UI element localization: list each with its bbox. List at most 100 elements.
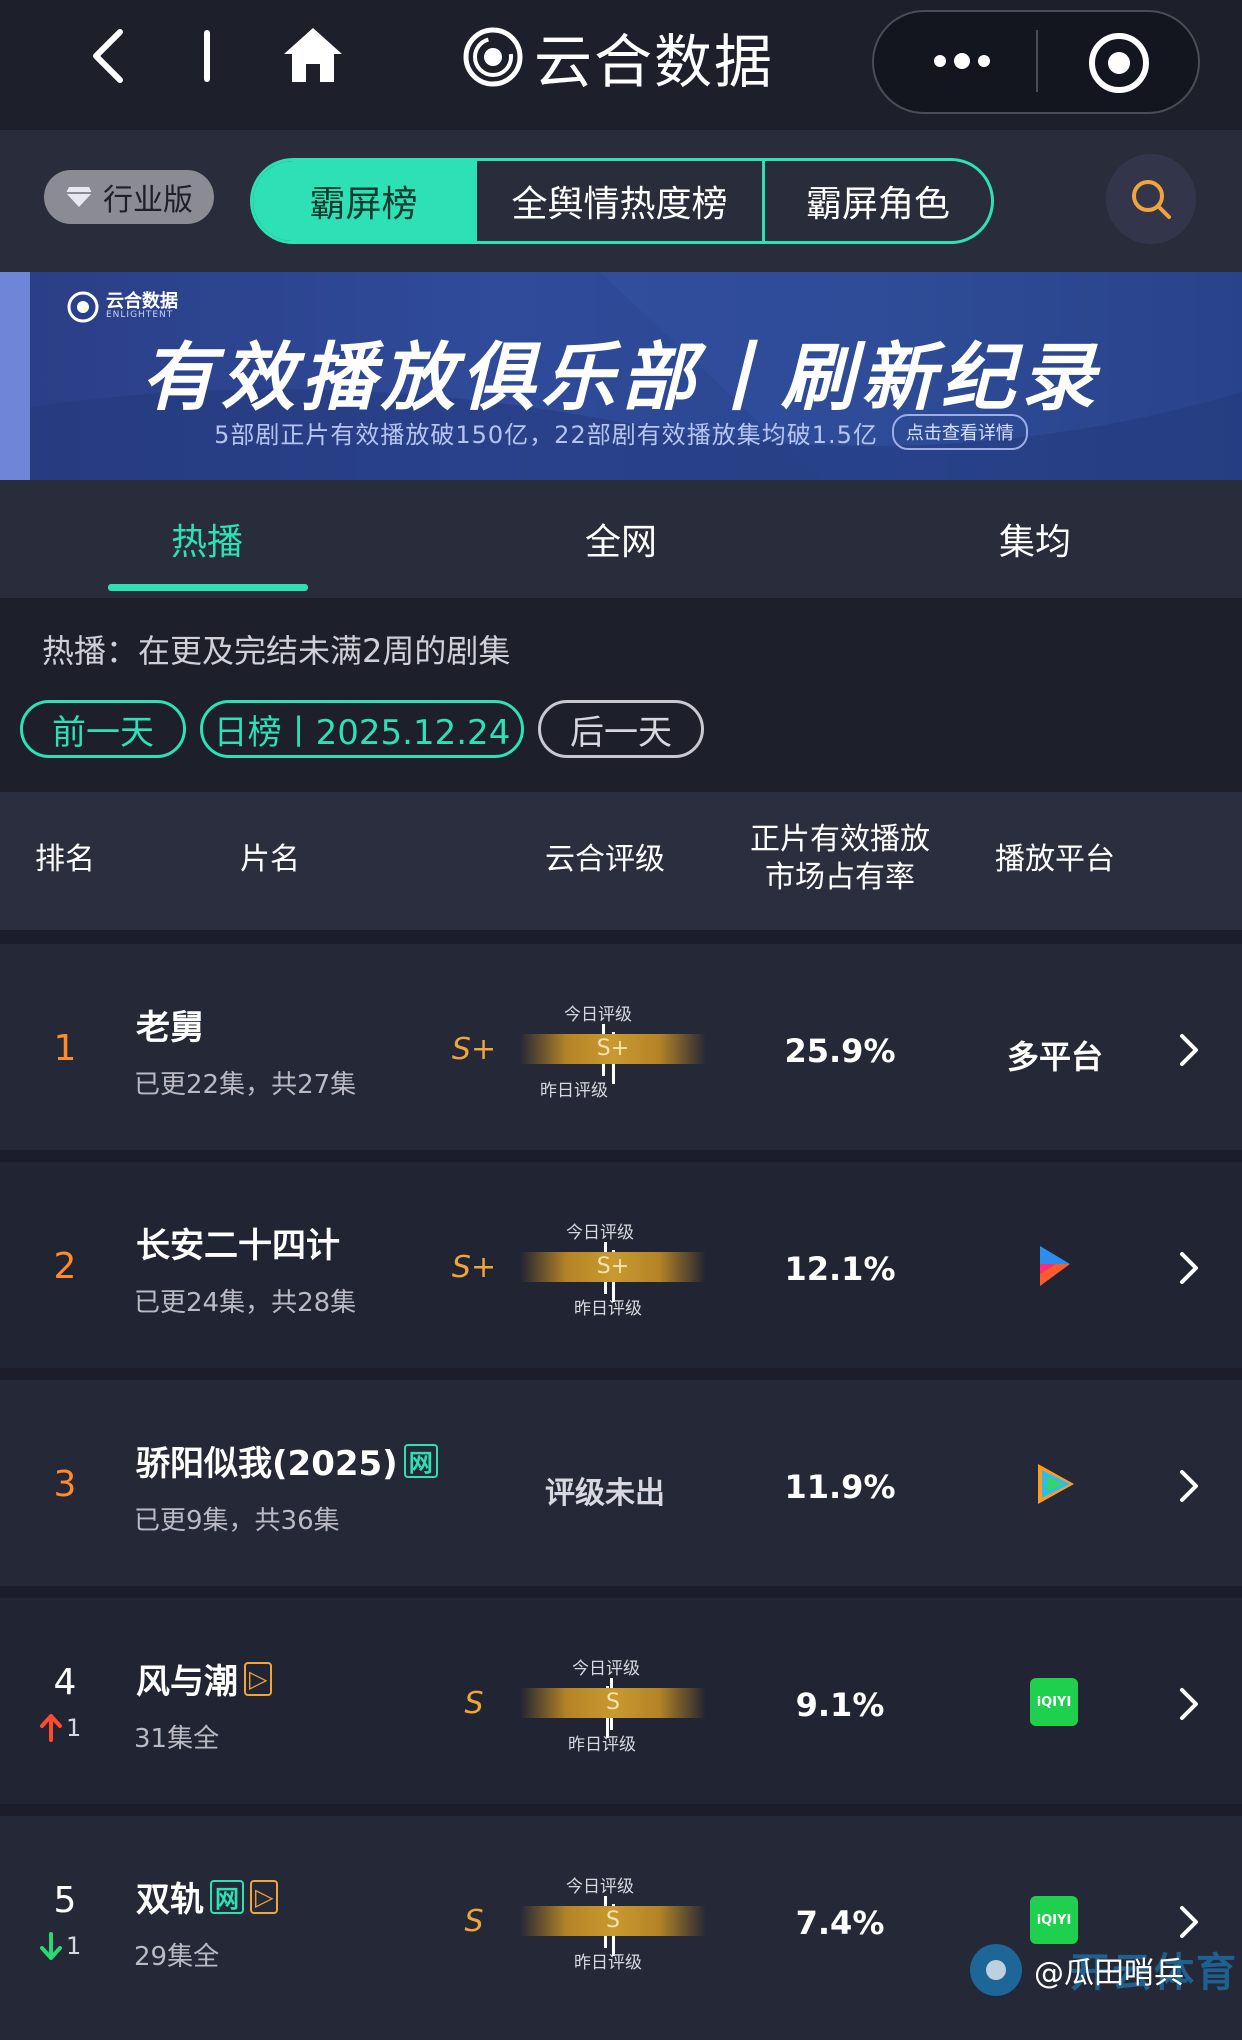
drama-title: 长安二十四计 — [136, 1218, 340, 1267]
exclusive-play-tag: ▷ — [244, 1661, 273, 1696]
more-icon[interactable] — [912, 30, 1012, 92]
market-share: 7.4% — [795, 1904, 885, 1942]
app-title: 云合数据 — [534, 28, 775, 96]
grade-today-label: 今日评级 — [564, 1005, 632, 1025]
grade-today-label: 今日评级 — [566, 1223, 634, 1243]
grade-pending: 评级未出 — [545, 1476, 665, 1511]
grade-today-label: 今日评级 — [566, 1877, 634, 1897]
active-tab-indicator — [108, 584, 308, 591]
drama-title: 双轨 网 ▷ — [136, 1872, 279, 1921]
rank-change-value: 1 — [66, 1714, 82, 1742]
arrow-down-icon — [40, 1932, 62, 1960]
weibo-logo-icon — [970, 1944, 1022, 1996]
rank-change: 1 — [40, 1932, 81, 1960]
grade-today-label: 今日评级 — [572, 1659, 640, 1679]
grade-letter: S+ — [451, 1250, 497, 1285]
grade-bar: S — [520, 1906, 706, 1936]
industry-edition-badge[interactable]: 行业版 — [44, 170, 214, 224]
diamond-icon — [66, 187, 92, 207]
search-icon — [1132, 180, 1171, 219]
rank-number: 4 — [53, 1662, 77, 1703]
rank-change: 1 — [40, 1714, 81, 1742]
rank-number: 3 — [53, 1464, 77, 1505]
chevron-right-icon[interactable] — [1172, 1248, 1204, 1288]
drama-title: 风与潮 ▷ — [136, 1654, 273, 1703]
grade-yesterday-label: 昨日评级 — [568, 1735, 636, 1755]
drama-title-text: 长安二十四计 — [136, 1226, 340, 1266]
tab-all-network[interactable]: 全网 — [414, 480, 828, 598]
market-share: 9.1% — [795, 1686, 885, 1724]
banner-logo-text: 云合数据 — [106, 291, 178, 312]
close-target-icon[interactable] — [1084, 28, 1154, 98]
table-row[interactable]: 5 1 双轨 网 ▷ 29集全 S 今日评级 S 昨日评级 7.4% iQIYI — [0, 1816, 1242, 2040]
grade-letter: S — [464, 1686, 484, 1721]
home-icon[interactable] — [280, 24, 346, 88]
tab-hot[interactable]: 热播 — [0, 480, 414, 598]
web-drama-tag: 网 — [210, 1879, 244, 1914]
grade-bar-label: S+ — [596, 1036, 630, 1061]
header-grade: 云合评级 — [545, 842, 665, 877]
search-button[interactable] — [1106, 154, 1196, 244]
table-row[interactable]: 2 长安二十四计 已更24集，共28集 S+ 今日评级 S+ 昨日评级 12.1… — [0, 1162, 1242, 1368]
table-row[interactable]: 4 1 风与潮 ▷ 31集全 S 今日评级 S 昨日评级 9.1% iQIYI — [0, 1598, 1242, 1804]
app-title-group: 云合数据 — [462, 22, 774, 96]
rank-change-value: 1 — [66, 1932, 82, 1960]
header-title: 片名 — [240, 842, 300, 877]
table-header: 排名 片名 云合评级 正片有效播放 市场占有率 播放平台 — [0, 792, 1242, 930]
chevron-right-icon[interactable] — [1172, 1684, 1204, 1724]
iqiyi-icon: iQIYI — [1030, 1678, 1078, 1726]
banner-detail-link[interactable]: 点击查看详情 — [891, 414, 1028, 450]
grade-bar-label: S+ — [596, 1254, 630, 1279]
back-icon[interactable] — [80, 26, 140, 86]
drama-title: 骄阳似我(2025) 网 — [136, 1436, 438, 1485]
episode-status: 29集全 — [134, 1942, 220, 1972]
header-share-line1: 正片有效播放 — [750, 822, 930, 857]
header-share-line2: 市场占有率 — [765, 860, 915, 895]
grade-letter: S+ — [451, 1032, 497, 1067]
tab-per-episode[interactable]: 集均 — [828, 480, 1242, 598]
market-share: 12.1% — [784, 1250, 896, 1288]
rank-number: 1 — [53, 1028, 77, 1069]
chevron-right-icon[interactable] — [1172, 1466, 1204, 1506]
episode-status: 已更22集，共27集 — [134, 1070, 357, 1100]
web-drama-tag: 网 — [403, 1443, 438, 1478]
weibo-watermark-text: @瓜田哨兵 — [1034, 1956, 1184, 1991]
next-day-button[interactable]: 后一天 — [538, 700, 704, 758]
banner-title: 有效播放俱乐部丨刷新纪录 — [141, 335, 1101, 421]
market-share: 11.9% — [784, 1468, 896, 1506]
drama-title-text: 老舅 — [136, 1008, 204, 1048]
arrow-up-icon — [40, 1714, 62, 1742]
ranking-type-switch: 霸屏榜 全舆情热度榜 霸屏角色 — [250, 158, 994, 244]
grade-bar-label: S — [606, 1690, 620, 1715]
iqiyi-icon: iQIYI — [1030, 1896, 1078, 1944]
chevron-right-icon[interactable] — [1172, 1030, 1204, 1070]
header-rank: 排名 — [35, 842, 95, 877]
title-divider — [204, 30, 210, 82]
episode-status: 已更9集，共36集 — [134, 1506, 340, 1536]
date-selector[interactable]: 日榜丨2025.12.24 — [200, 700, 524, 758]
episode-status: 31集全 — [134, 1724, 220, 1754]
prev-day-button[interactable]: 前一天 — [20, 700, 186, 758]
tencent-video-icon — [1038, 1464, 1074, 1504]
segment-sentiment-heat-list[interactable]: 全舆情热度榜 — [477, 161, 765, 241]
drama-title-text: 双轨 — [136, 1880, 204, 1920]
banner-subtitle-row: 5部剧正片有效播放破150亿，22部剧有效播放集均破1.5亿 点击查看详情 — [0, 414, 1242, 450]
grade-yesterday-label: 昨日评级 — [574, 1953, 642, 1973]
episode-status: 已更24集，共28集 — [134, 1288, 357, 1318]
yunhe-logo-icon — [463, 27, 523, 87]
drama-title-text: 骄阳似我(2025) — [136, 1444, 398, 1484]
segment-dominance-list[interactable]: 霸屏榜 — [253, 161, 477, 241]
table-row[interactable]: 1 老舅 已更22集，共27集 S+ 今日评级 S+ 昨日评级 25.9% 多平… — [0, 944, 1242, 1150]
segment-dominant-roles[interactable]: 霸屏角色 — [765, 161, 991, 241]
table-row[interactable]: 3 骄阳似我(2025) 网 已更9集，共36集 评级未出 11.9% — [0, 1380, 1242, 1586]
drama-title-text: 风与潮 — [136, 1662, 238, 1702]
platform-label: 多平台 — [1006, 1038, 1103, 1076]
grade-bar-label: S — [606, 1908, 620, 1933]
grade-bar: S+ — [520, 1034, 706, 1064]
grade-yesterday-label: 昨日评级 — [540, 1081, 608, 1101]
hot-description: 热播：在更及完结未满2周的剧集 — [42, 632, 511, 670]
grade-letter: S — [464, 1904, 484, 1939]
exclusive-play-tag: ▷ — [250, 1879, 279, 1914]
chevron-right-icon[interactable] — [1172, 1902, 1204, 1942]
grade-yesterday-label: 昨日评级 — [574, 1299, 642, 1319]
